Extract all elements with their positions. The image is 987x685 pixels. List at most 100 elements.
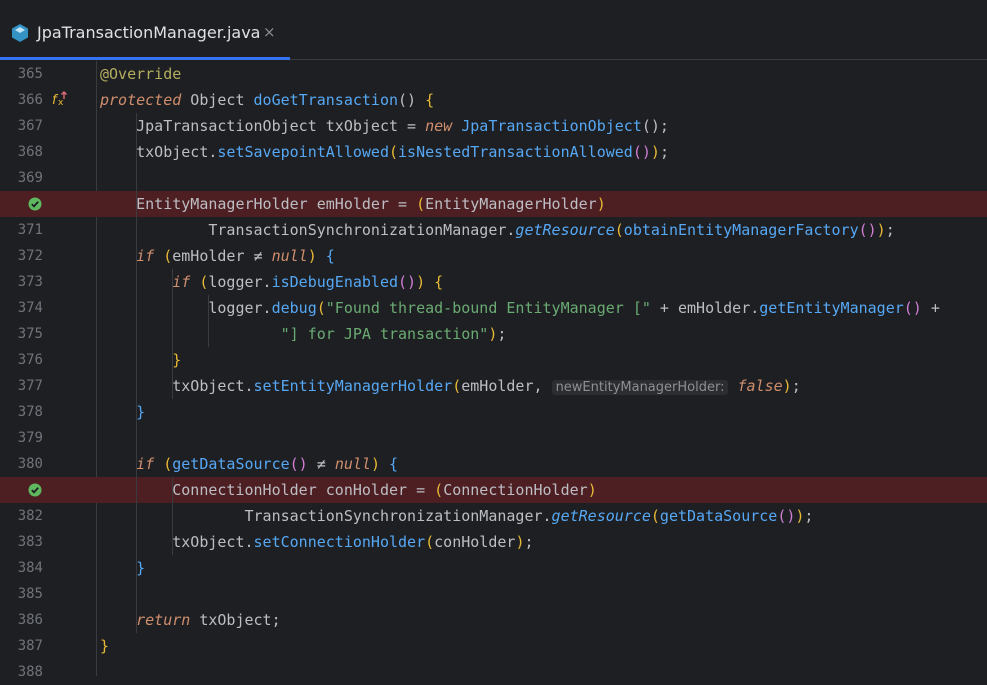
- code-line[interactable]: 373 if (logger.isDebugEnabled()) {: [0, 269, 987, 295]
- breakpoint-verified-icon[interactable]: [28, 197, 42, 211]
- tab-close-icon[interactable]: ×: [263, 23, 276, 41]
- code-line[interactable]: 388: [0, 659, 987, 685]
- code-token: doGetTransaction: [253, 91, 399, 109]
- code-text[interactable]: }: [100, 555, 145, 581]
- line-number[interactable]: 382: [0, 503, 43, 529]
- active-tab-indicator: [0, 57, 290, 60]
- code-token: conHolder: [325, 481, 408, 499]
- line-number[interactable]: 376: [0, 347, 43, 373]
- code-line[interactable]: EntityManagerHolder emHolder = (EntityMa…: [0, 191, 987, 217]
- code-line[interactable]: 384 }: [0, 555, 987, 581]
- code-token: ): [416, 273, 426, 291]
- code-token: @Override: [100, 65, 182, 83]
- code-line[interactable]: 376 }: [0, 347, 987, 373]
- code-token: }: [100, 637, 110, 655]
- code-line[interactable]: 369: [0, 165, 987, 191]
- line-number[interactable]: 375: [0, 321, 43, 347]
- code-text[interactable]: if (getDataSource() ≠ null) {: [100, 451, 398, 477]
- code-text[interactable]: if (logger.isDebugEnabled()) {: [100, 269, 443, 295]
- code-line[interactable]: 372 if (emHolder ≠ null) {: [0, 243, 987, 269]
- line-number[interactable]: 374: [0, 295, 43, 321]
- line-number[interactable]: 372: [0, 243, 43, 269]
- code-line[interactable]: 387}: [0, 633, 987, 659]
- code-line[interactable]: 374 logger.debug("Found thread-bound Ent…: [0, 295, 987, 321]
- code-token: debug: [271, 299, 317, 317]
- code-text[interactable]: }: [100, 633, 109, 659]
- code-token: txObject.: [100, 143, 218, 161]
- code-line[interactable]: 379: [0, 425, 987, 451]
- code-text[interactable]: }: [100, 347, 181, 373]
- code-token: TransactionSynchronizationManager.: [100, 507, 552, 525]
- code-token: ConnectionHolder: [443, 481, 588, 499]
- code-line[interactable]: 380 if (getDataSource() ≠ null) {: [0, 451, 987, 477]
- line-number[interactable]: 368: [0, 139, 43, 165]
- code-line[interactable]: 371 TransactionSynchronizationManager.ge…: [0, 217, 987, 243]
- line-number[interactable]: 384: [0, 555, 43, 581]
- line-number[interactable]: 377: [0, 373, 43, 399]
- code-line[interactable]: 382 TransactionSynchronizationManager.ge…: [0, 503, 987, 529]
- code-token: txObject.: [100, 377, 254, 395]
- code-line[interactable]: 386 return txObject;: [0, 607, 987, 633]
- code-line[interactable]: 377 txObject.setEntityManagerHolder(emHo…: [0, 373, 987, 399]
- line-number[interactable]: 388: [0, 659, 43, 685]
- code-line[interactable]: 385: [0, 581, 987, 607]
- code-line[interactable]: 366 f x protected Object doGetTransaction()…: [0, 87, 987, 113]
- code-line[interactable]: ConnectionHolder conHolder = (Connection…: [0, 477, 987, 503]
- code-line[interactable]: 367 JpaTransactionObject txObject = new …: [0, 113, 987, 139]
- code-token: (: [452, 377, 462, 395]
- code-text[interactable]: txObject.setConnectionHolder(conHolder);: [100, 529, 533, 555]
- code-token: (: [416, 195, 426, 213]
- line-number[interactable]: 378: [0, 399, 43, 425]
- code-text[interactable]: TransactionSynchronizationManager.getRes…: [100, 217, 895, 243]
- indent-guide: [172, 269, 173, 399]
- code-token: "Found thread-bound EntityManager [": [325, 299, 651, 317]
- code-token: getDataSource: [172, 455, 290, 473]
- code-text[interactable]: return txObject;: [100, 607, 281, 633]
- code-token: txObject;: [190, 611, 281, 629]
- code-text[interactable]: TransactionSynchronizationManager.getRes…: [100, 503, 813, 529]
- code-token: txObject.: [100, 533, 254, 551]
- line-number[interactable]: 385: [0, 581, 43, 607]
- line-number[interactable]: 367: [0, 113, 43, 139]
- code-token: {: [325, 247, 335, 265]
- code-text[interactable]: JpaTransactionObject txObject = new JpaT…: [100, 113, 669, 139]
- code-editor[interactable]: 365 @Override 366 f x protected Object doGetT…: [0, 61, 987, 680]
- svg-text:x: x: [58, 98, 64, 108]
- code-token: + emHolder.: [650, 299, 760, 317]
- code-text[interactable]: }: [100, 399, 145, 425]
- line-number[interactable]: 386: [0, 607, 43, 633]
- line-number[interactable]: 380: [0, 451, 43, 477]
- line-number[interactable]: 371: [0, 217, 43, 243]
- code-line[interactable]: 383 txObject.setConnectionHolder(conHold…: [0, 529, 987, 555]
- line-number[interactable]: 366: [0, 87, 43, 113]
- code-text[interactable]: txObject.setEntityManagerHolder(emHolder…: [100, 373, 801, 401]
- override-method-icon[interactable]: fx: [52, 90, 68, 108]
- code-text[interactable]: "] for JPA transaction");: [100, 321, 507, 347]
- code-token: }: [100, 403, 146, 421]
- code-text[interactable]: protected Object doGetTransaction() {: [100, 87, 434, 113]
- code-text[interactable]: EntityManagerHolder emHolder = (EntityMa…: [100, 191, 606, 217]
- code-token: null: [271, 247, 308, 265]
- code-token: (: [163, 247, 173, 265]
- code-token: ;: [885, 221, 895, 239]
- code-token: if: [100, 455, 155, 473]
- line-number[interactable]: 387: [0, 633, 43, 659]
- code-line[interactable]: 368 txObject.setSavepointAllowed(isNeste…: [0, 139, 987, 165]
- code-text[interactable]: @Override: [100, 61, 181, 87]
- code-text[interactable]: logger.debug("Found thread-bound EntityM…: [100, 295, 940, 321]
- code-line[interactable]: 378 }: [0, 399, 987, 425]
- line-number[interactable]: 373: [0, 269, 43, 295]
- code-token: logger.: [208, 273, 272, 291]
- code-text[interactable]: txObject.setSavepointAllowed(isNestedTra…: [100, 139, 669, 165]
- line-number[interactable]: 379: [0, 425, 43, 451]
- line-number[interactable]: 383: [0, 529, 43, 555]
- line-number[interactable]: 369: [0, 165, 43, 191]
- breakpoint-verified-icon[interactable]: [28, 483, 42, 497]
- code-line[interactable]: 365 @Override: [0, 61, 987, 87]
- line-number[interactable]: 365: [0, 61, 43, 87]
- code-token: setConnectionHolder: [253, 533, 426, 551]
- code-line[interactable]: 375 "] for JPA transaction");: [0, 321, 987, 347]
- tab-jpa-transaction-manager[interactable]: JpaTransactionManager.java ×: [0, 8, 290, 60]
- code-text[interactable]: ConnectionHolder conHolder = (Connection…: [100, 477, 596, 503]
